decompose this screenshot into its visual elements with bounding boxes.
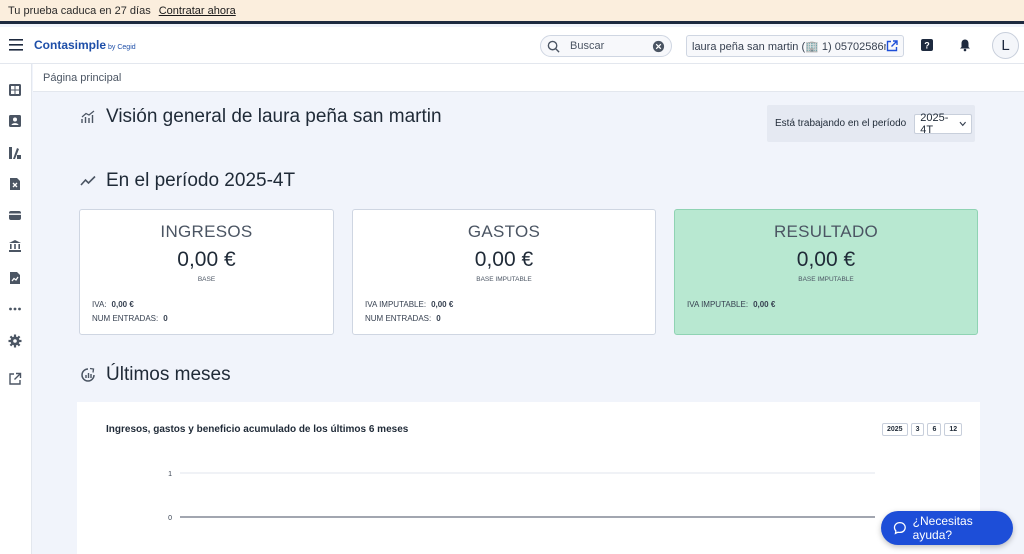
top-bar: Contasimple by Cegid Buscar laura peña sa… <box>0 27 1024 64</box>
svg-text:?: ? <box>924 41 930 51</box>
contacts-icon[interactable] <box>7 113 23 129</box>
breadcrumb-home[interactable]: Página principal <box>43 72 121 84</box>
help-icon[interactable]: ? <box>920 38 934 52</box>
card-title: GASTOS <box>467 222 541 241</box>
card-amount: 0,00 € <box>796 248 856 271</box>
line-chart: 10 <box>168 471 875 522</box>
iva-value: 0,00 € <box>111 300 134 309</box>
card-entries: NUM ENTRADAS: 0 <box>92 314 168 323</box>
invoices-icon[interactable] <box>7 176 23 192</box>
period-label: Está trabajando en el período <box>775 118 907 129</box>
trend-icon <box>80 175 96 186</box>
card-iva: IVA: 0,00 € <box>92 300 134 309</box>
iva-value: 0,00 € <box>431 300 454 309</box>
chevron-down-icon <box>959 121 966 126</box>
period-value: 2025-4T <box>920 111 949 136</box>
result-card[interactable]: RESULTADO 0,00 € BASE IMPUTABLE IVA IMPU… <box>674 209 978 335</box>
y-tick-label: 1 <box>168 471 172 478</box>
company-selector[interactable]: laura peña san martin (🏢 1) 05702586n <box>686 35 904 57</box>
recent-title: Últimos meses <box>106 364 231 385</box>
company-name: laura peña san martin (🏢 1) 05702586n <box>692 40 886 53</box>
iva-label: IVA: <box>92 300 107 309</box>
reports-icon[interactable] <box>7 270 23 286</box>
period-select[interactable]: 2025-4T <box>914 111 973 136</box>
brand-logo[interactable]: Contasimple by Cegid <box>34 38 136 52</box>
card-amount: 0,00 € <box>474 248 534 271</box>
history-chart-icon <box>81 367 95 382</box>
clear-icon[interactable] <box>652 40 665 53</box>
card-iva: IVA IMPUTABLE: 0,00 € <box>687 300 775 309</box>
chat-icon <box>893 521 906 535</box>
breadcrumb: Página principal <box>33 64 1024 92</box>
sidebar <box>0 64 32 554</box>
external-link-icon[interactable] <box>886 40 898 52</box>
income-card[interactable]: INGRESOS 0,00 € BASE IVA: 0,00 € NUM ENTR… <box>79 209 334 335</box>
card-subtitle: BASE IMPUTABLE <box>476 276 532 283</box>
entries-value: 0 <box>436 314 441 323</box>
iva-label: IVA IMPUTABLE: <box>687 300 749 309</box>
trial-text: Tu prueba caduca en 27 días <box>8 4 151 17</box>
iva-label: IVA IMPUTABLE: <box>365 300 427 309</box>
period-title: En el período 2025-4T <box>106 170 296 191</box>
stats-icon <box>81 110 95 123</box>
dashboard-icon[interactable] <box>7 82 23 98</box>
card-entries: NUM ENTRADAS: 0 <box>365 314 441 323</box>
wallet-icon[interactable] <box>7 207 23 223</box>
card-amount: 0,00 € <box>177 248 236 271</box>
more-icon[interactable] <box>7 301 23 317</box>
period-box: Está trabajando en el período 2025-4T <box>767 105 975 142</box>
gear-icon[interactable] <box>7 333 23 349</box>
search-input[interactable]: Buscar <box>540 35 672 57</box>
search-placeholder: Buscar <box>570 40 605 52</box>
entries-value: 0 <box>163 314 168 323</box>
bell-icon[interactable] <box>958 38 972 52</box>
brand-name: Contasimple <box>34 38 107 52</box>
help-chat-button[interactable]: ¿Necesitas ayuda? <box>881 511 1013 545</box>
card-subtitle: BASE IMPUTABLE <box>798 276 854 283</box>
brand-suffix: by Cegid <box>108 44 136 51</box>
overview-heading: Visión general de laura peña san martin <box>80 106 442 128</box>
menu-icon[interactable] <box>0 39 32 51</box>
expenses-card[interactable]: GASTOS 0,00 € BASE IMPUTABLE IVA IMPUTAB… <box>352 209 656 335</box>
recent-heading: Últimos meses <box>80 364 231 386</box>
card-subtitle: BASE <box>197 276 216 283</box>
trial-banner: Tu prueba caduca en 27 días Contratar ah… <box>0 0 1024 24</box>
open-external-icon[interactable] <box>7 371 23 387</box>
entries-label: NUM ENTRADAS: <box>92 314 159 323</box>
avatar[interactable]: L <box>992 32 1019 59</box>
chart-panel: Ingresos, gastos y beneficio acumulado d… <box>77 402 980 554</box>
products-icon[interactable] <box>7 145 23 161</box>
subscribe-link[interactable]: Contratar ahora <box>159 5 236 17</box>
overview-title: Visión general de laura peña san martin <box>106 106 442 127</box>
card-iva: IVA IMPUTABLE: 0,00 € <box>365 300 453 309</box>
period-heading: En el período 2025-4T <box>80 170 295 192</box>
entries-label: NUM ENTRADAS: <box>365 314 432 323</box>
card-title: INGRESOS <box>160 222 253 241</box>
card-title: RESULTADO <box>773 222 879 241</box>
help-label: ¿Necesitas ayuda? <box>912 514 973 542</box>
y-tick-label: 0 <box>168 515 172 522</box>
bank-icon[interactable] <box>7 238 23 254</box>
iva-value: 0,00 € <box>753 300 776 309</box>
search-icon <box>547 40 560 53</box>
